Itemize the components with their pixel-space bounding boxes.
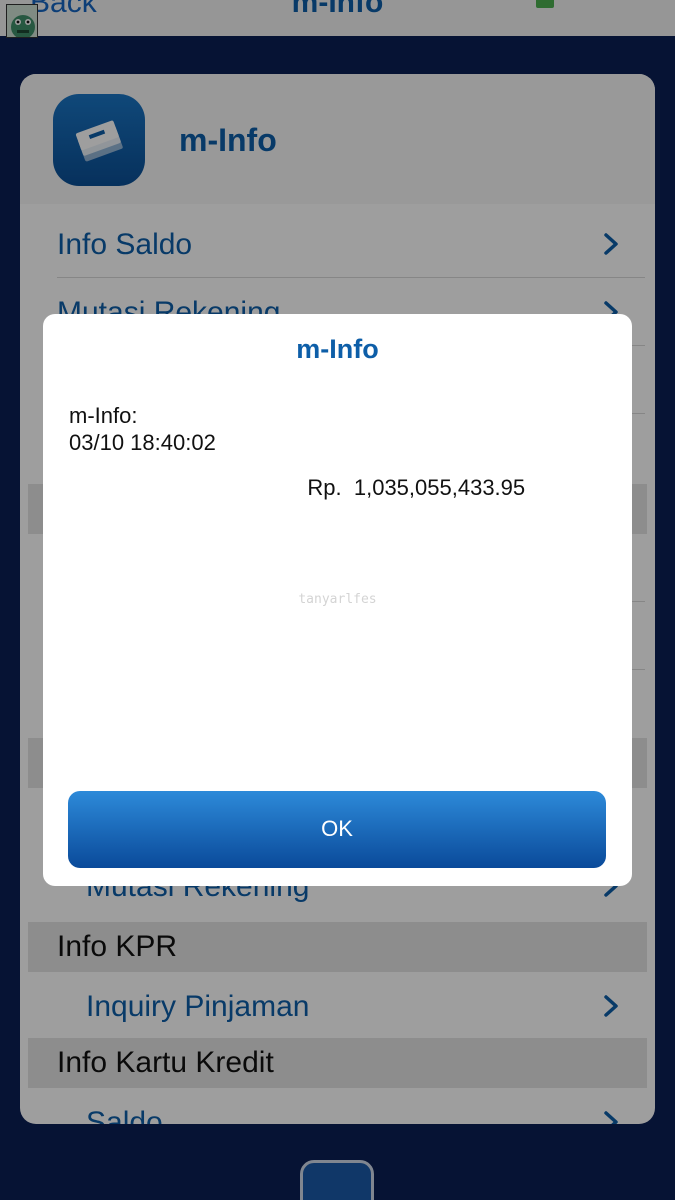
masked-account-number: [69, 475, 209, 503]
ok-button-label: OK: [321, 816, 353, 841]
message-line-timestamp: 03/10 18:40:02: [69, 430, 216, 455]
ok-button[interactable]: OK: [68, 791, 606, 868]
dialog-title: m-Info: [296, 334, 379, 364]
watermark-text: tanyarlfes: [298, 592, 377, 607]
message-line-header: m-Info:: [69, 403, 138, 428]
alert-dialog: m-Info m-Info: 03/10 18:40:02 41 Rp. 1,0…: [43, 314, 632, 886]
